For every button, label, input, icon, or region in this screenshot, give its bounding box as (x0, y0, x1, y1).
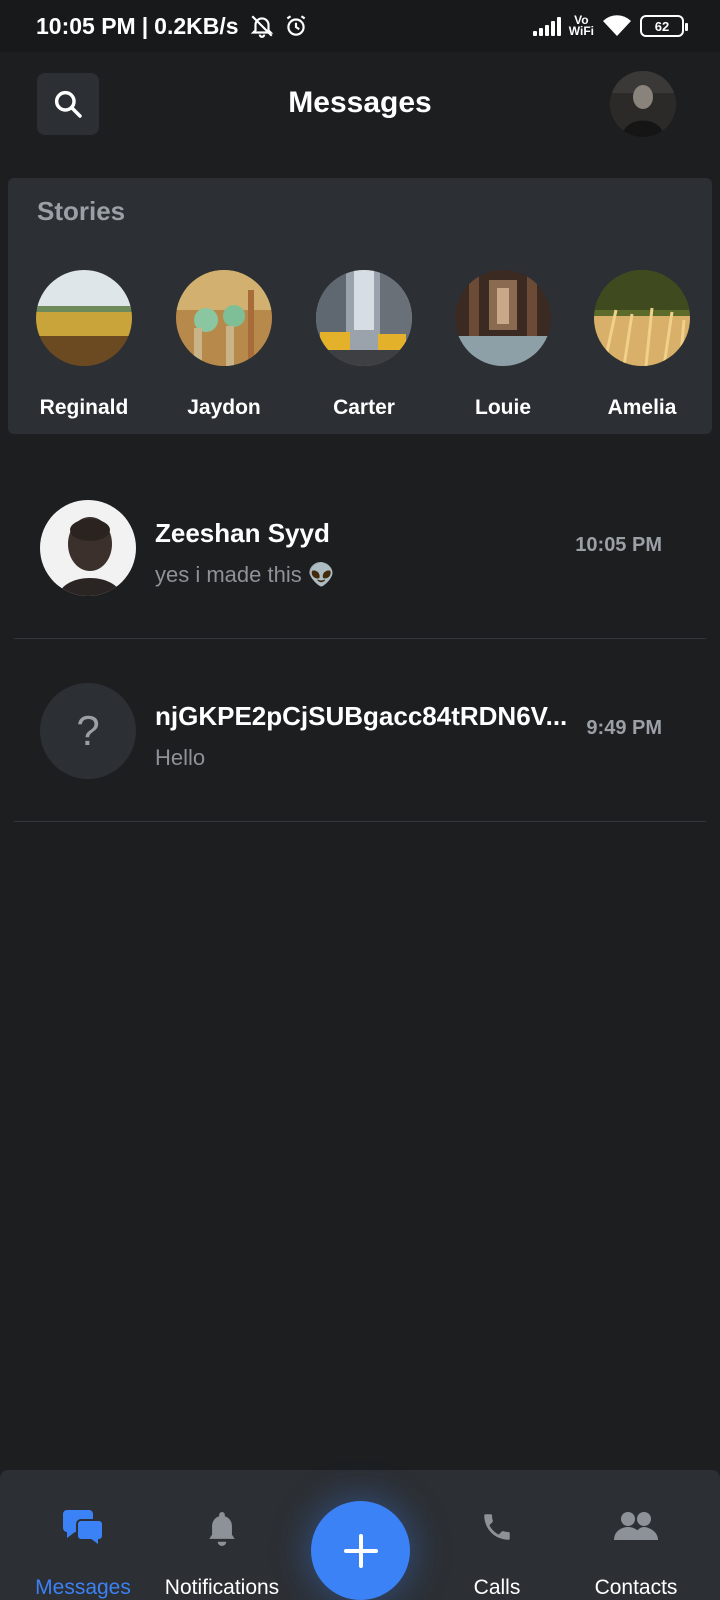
nav-label: Messages (35, 1576, 131, 1599)
story-item[interactable]: Jaydon (154, 270, 294, 420)
nav-contacts[interactable]: Contacts (566, 1470, 706, 1600)
wifi-icon (602, 14, 632, 38)
question-mark-icon: ? (76, 707, 100, 754)
story-item[interactable]: Louie (433, 270, 573, 420)
app-header: Messages (0, 52, 720, 162)
story-thumbnail (455, 270, 551, 366)
network-speed: 0.2KB/s (154, 12, 239, 39)
nav-label: Calls (473, 1576, 521, 1599)
new-message-button[interactable] (311, 1501, 410, 1600)
chat-list-item[interactable]: ? njGKPE2pCjSUBgacc84tRDN6V... Hello 9:4… (14, 639, 706, 822)
story-item[interactable]: Amelia (572, 270, 712, 420)
stories-title: Stories (37, 196, 126, 226)
story-name: Amelia (607, 396, 677, 419)
battery-level: 62 (654, 18, 670, 34)
muted-bell-icon (249, 13, 275, 39)
story-name: Reginald (39, 396, 129, 419)
story-thumbnail (176, 270, 272, 366)
battery-icon: 62 (640, 15, 688, 37)
nav-messages[interactable]: Messages (13, 1470, 153, 1600)
nav-notifications[interactable]: Notifications (152, 1470, 292, 1600)
signal-icon (532, 16, 561, 36)
profile-avatar[interactable] (610, 71, 676, 137)
contact-name: Zeeshan Syyd (155, 518, 330, 548)
unknown-avatar: ? (40, 683, 136, 779)
story-thumbnail (316, 270, 412, 366)
alarm-icon (283, 13, 309, 39)
contact-avatar (40, 500, 136, 596)
status-separator: | (141, 12, 149, 39)
status-bar: 10:05 PM | 0.2KB/s Vo WiFi 62 (0, 0, 720, 52)
message-time: 10:05 PM (575, 534, 662, 556)
chat-list-item[interactable]: Zeeshan Syyd yes i made this 👽 10:05 PM (14, 456, 706, 639)
plus-icon (343, 1533, 378, 1568)
people-icon (566, 1510, 706, 1550)
story-item[interactable]: Carter (294, 270, 434, 420)
nav-label: Notifications (164, 1576, 280, 1599)
story-thumbnail (594, 270, 690, 366)
story-thumbnail (36, 270, 132, 366)
status-time: 10:05 PM (36, 12, 136, 39)
story-name: Jaydon (187, 396, 261, 419)
vowifi-indicator: Vo WiFi (568, 14, 594, 38)
message-preview: yes i made this 👽 (155, 562, 336, 587)
message-time: 9:49 PM (586, 717, 662, 739)
messages-screen: 10:05 PM | 0.2KB/s Vo WiFi 62 Messages S… (0, 0, 720, 1600)
contact-name: njGKPE2pCjSUBgacc84tRDN6V... (155, 701, 568, 731)
nav-label: Contacts (594, 1576, 678, 1599)
chat-bubbles-icon (13, 1510, 153, 1550)
message-preview: Hello (155, 745, 206, 770)
stories-panel: Stories Reginald Jaydon Carter Louie Ame… (8, 178, 712, 434)
phone-icon (427, 1510, 567, 1550)
nav-calls[interactable]: Calls (427, 1470, 567, 1600)
vowifi-bottom-text: WiFi (568, 24, 594, 38)
story-name: Louie (475, 396, 531, 419)
story-item[interactable]: Reginald (14, 270, 154, 420)
bell-icon (152, 1510, 292, 1550)
story-name: Carter (333, 396, 395, 419)
